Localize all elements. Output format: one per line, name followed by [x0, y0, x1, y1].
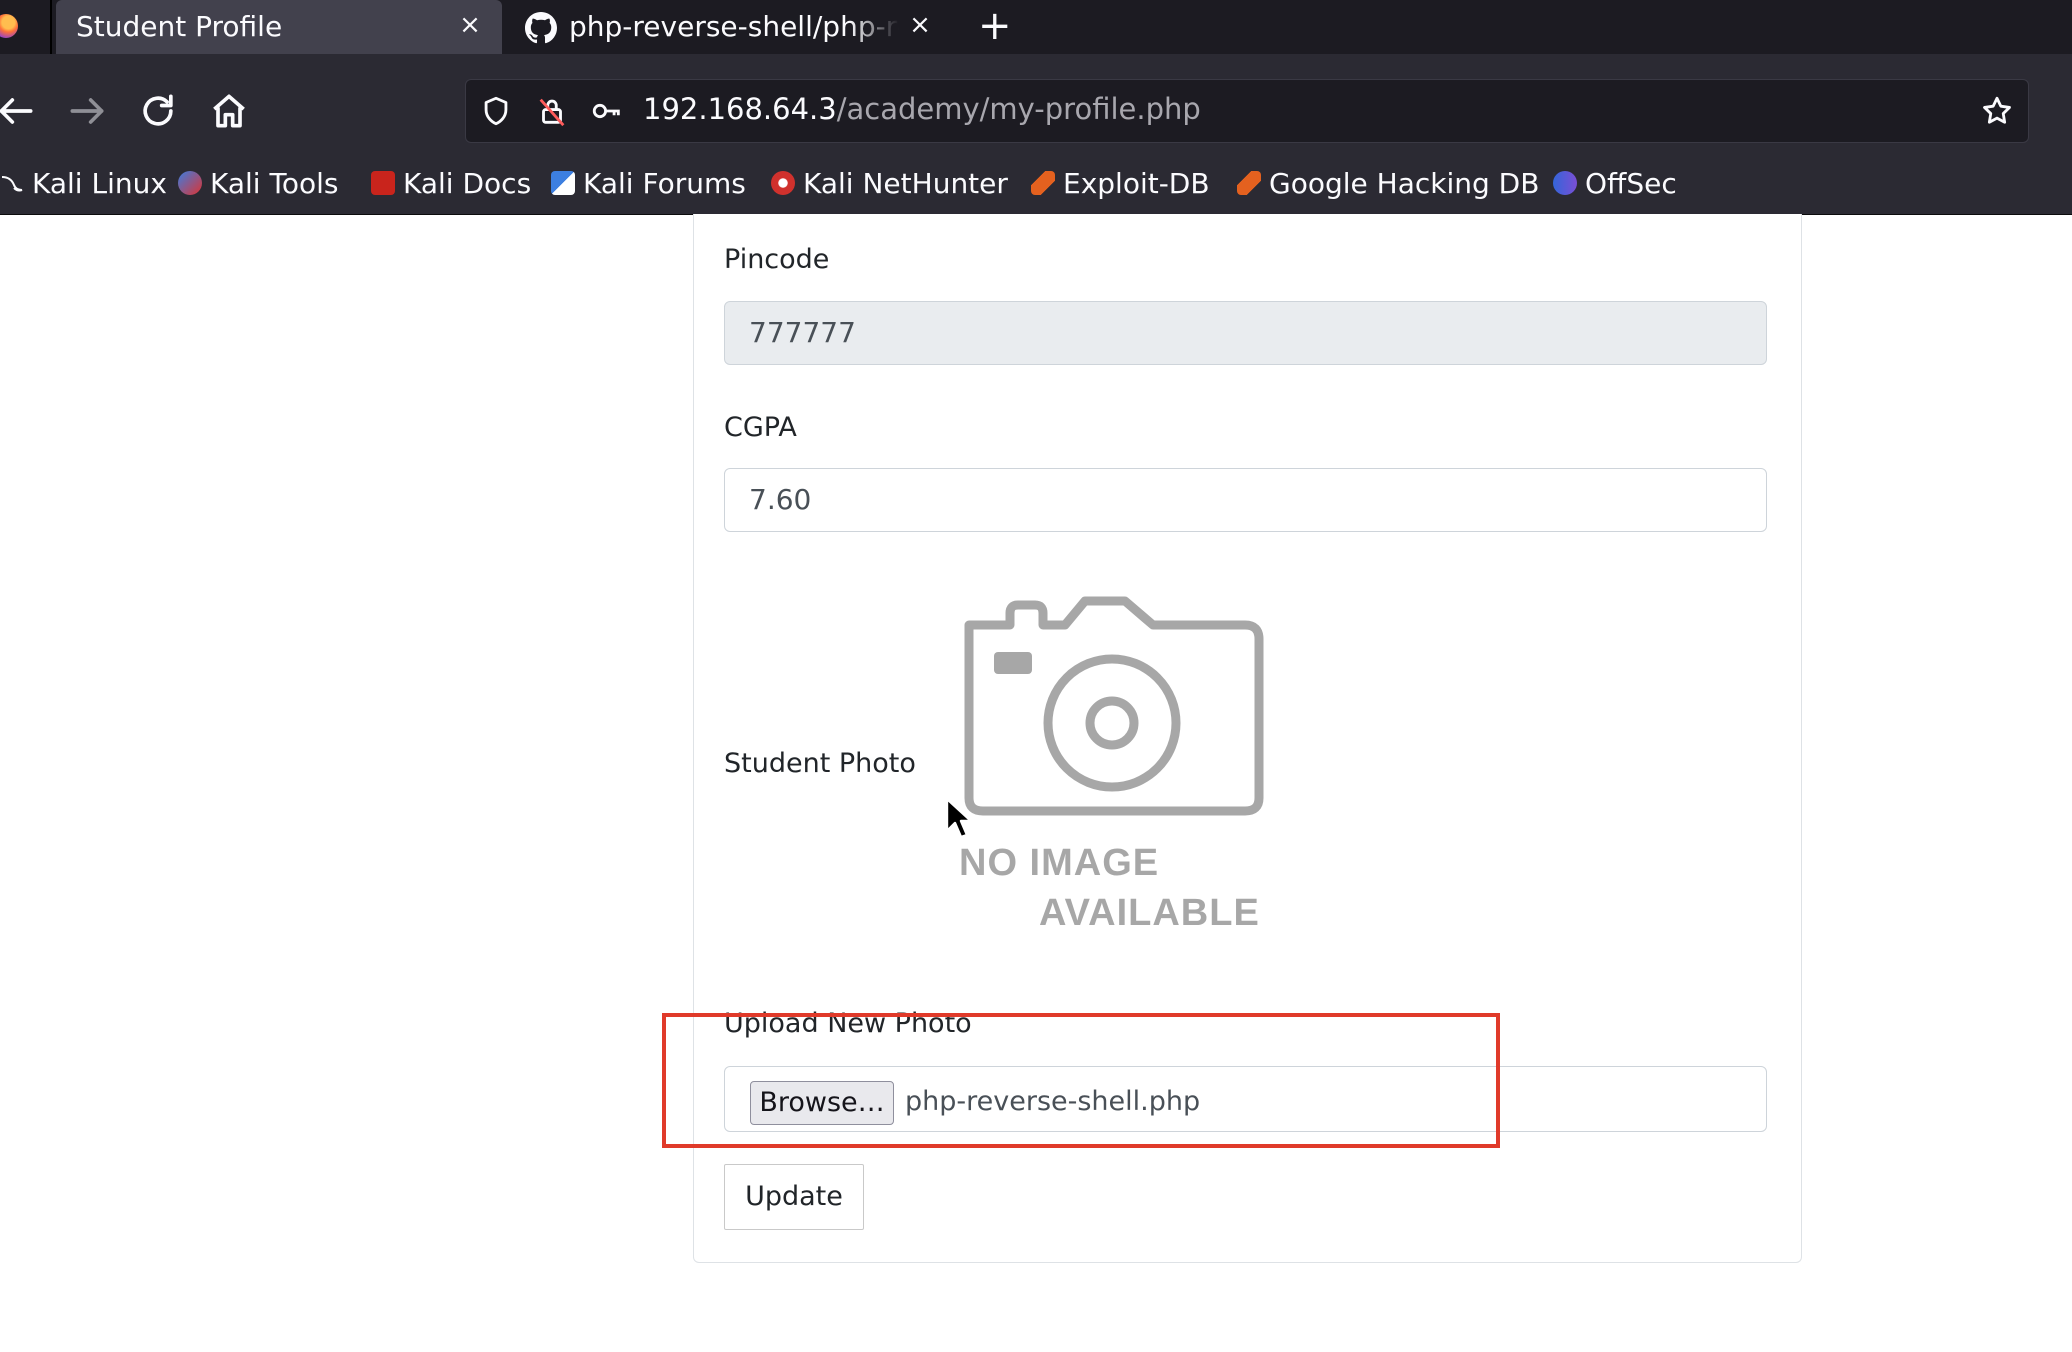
kali-dragon-icon	[1, 176, 23, 192]
tab-github-title[interactable]: php-reverse-shell/php-re	[569, 10, 899, 43]
bookmark-label: Kali Linux	[32, 166, 167, 200]
bookmark-kali-nethunter[interactable]: Kali NetHunter	[771, 166, 1008, 200]
cgpa-label: CGPA	[724, 412, 797, 443]
pincode-label: Pincode	[724, 244, 830, 275]
student-photo-label: Student Photo	[724, 748, 916, 779]
bookmark-label: Kali Docs	[403, 166, 532, 200]
kali-forums-icon	[551, 171, 575, 195]
bookmark-offsec[interactable]: OffSec	[1553, 166, 1677, 200]
bookmark-kali-docs[interactable]: Kali Docs	[371, 166, 531, 200]
tab-title: Student Profile	[76, 10, 283, 43]
bookmark-label: OffSec	[1585, 166, 1677, 200]
pincode-field[interactable]: 777777	[724, 301, 1767, 365]
bookmark-kali-linux[interactable]: Kali Linux	[0, 166, 167, 200]
bookmark-kali-tools[interactable]: Kali Tools	[178, 166, 338, 200]
tracking-shield-icon[interactable]	[479, 94, 513, 128]
bookmark-exploit-db[interactable]: Exploit-DB	[1031, 166, 1210, 200]
forward-arrow-icon[interactable]	[65, 89, 109, 133]
no-image-text: NO IMAGE	[959, 842, 1160, 884]
kali-tools-icon	[178, 171, 202, 195]
github-icon	[525, 12, 557, 44]
url-host: 192.168.64.3	[643, 92, 837, 126]
reload-icon[interactable]	[136, 89, 180, 133]
bookmark-label: Kali Tools	[210, 166, 339, 200]
annotation-highlight-box	[662, 1013, 1500, 1148]
bookmark-star-icon[interactable]	[1980, 94, 2014, 128]
key-icon[interactable]	[590, 94, 624, 128]
bookmark-google-hacking-db[interactable]: Google Hacking DB	[1237, 166, 1539, 200]
cgpa-field[interactable]: 7.60	[724, 468, 1767, 532]
new-tab-button[interactable]: +	[978, 6, 1012, 46]
kali-docs-icon	[371, 171, 395, 195]
kali-nethunter-icon	[771, 171, 795, 195]
tab2-close-icon[interactable]: ×	[905, 10, 935, 40]
mouse-cursor-icon	[945, 797, 973, 839]
offsec-icon	[1553, 171, 1577, 195]
bookmark-label: Exploit-DB	[1063, 166, 1210, 200]
home-icon[interactable]	[207, 89, 251, 133]
exploit-db-icon	[1031, 171, 1055, 195]
bookmark-kali-forums[interactable]: Kali Forums	[551, 166, 746, 200]
url-path: /academy/my-profile.php	[836, 92, 1201, 126]
bookmark-label: Google Hacking DB	[1269, 166, 1540, 200]
bookmark-label: Kali Forums	[583, 166, 746, 200]
available-text: AVAILABLE	[1039, 892, 1260, 934]
ghdb-icon	[1237, 171, 1261, 195]
url-text[interactable]: 192.168.64.3/academy/my-profile.php	[643, 92, 1201, 126]
update-button[interactable]: Update	[724, 1164, 864, 1230]
insecure-lock-icon[interactable]	[535, 94, 569, 128]
back-arrow-icon[interactable]	[0, 89, 38, 133]
bookmark-label: Kali NetHunter	[803, 166, 1008, 200]
tab-close-icon[interactable]: ×	[455, 10, 485, 40]
